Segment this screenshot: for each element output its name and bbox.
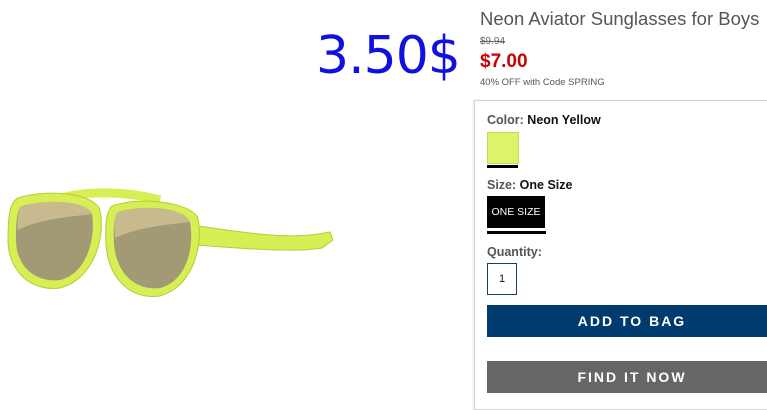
find-it-now-button[interactable]: FIND IT NOW [487, 361, 767, 393]
product-image-sunglasses [7, 188, 334, 297]
quantity-label: Quantity: [487, 245, 542, 259]
color-swatch-neon-yellow[interactable] [487, 132, 519, 164]
color-label: Color: [487, 113, 524, 127]
size-option-button[interactable]: ONE SIZE [487, 196, 545, 228]
size-label: Size: [487, 178, 517, 192]
size-label-row: Size: One Size [487, 178, 572, 192]
overlay-price-text: 3.50$ [316, 26, 461, 86]
size-value: One Size [519, 178, 573, 192]
promo-text: 40% OFF with Code SPRING [480, 77, 605, 88]
quantity-input[interactable]: 1 [487, 263, 517, 295]
color-value: Neon Yellow [527, 113, 601, 127]
color-label-row: Color: Neon Yellow [487, 113, 601, 127]
product-title: Neon Aviator Sunglasses for Boys [480, 8, 760, 29]
swatch-selected-indicator [487, 165, 518, 168]
product-options-panel: Color: Neon Yellow Size: One Size ONE SI… [474, 100, 767, 410]
original-price: $9.94 [480, 36, 506, 47]
add-to-bag-button[interactable]: ADD TO BAG [487, 305, 767, 337]
size-selected-indicator [487, 231, 546, 234]
sale-price: $7.00 [480, 51, 528, 72]
